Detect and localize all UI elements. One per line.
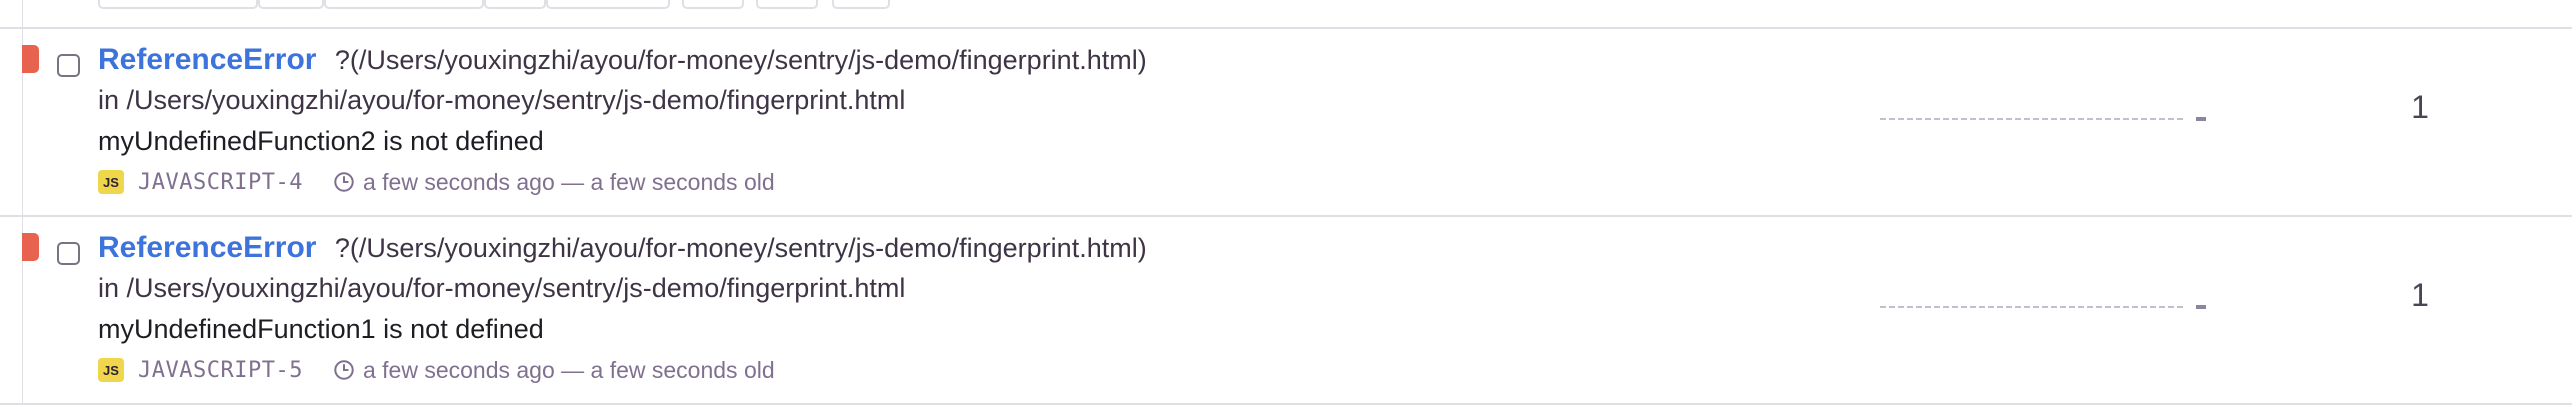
toolbar [0,0,2572,29]
event-count[interactable]: 1 [2400,89,2440,126]
toolbar-control[interactable] [682,0,744,9]
event-count[interactable]: 1 [2400,277,2440,314]
level-indicator-error [22,45,39,73]
issue-culprit: ?(/Users/youxingzhi/ayou/for-money/sentr… [334,233,1147,263]
issue-select-checkbox[interactable] [57,242,80,265]
clock-icon [334,360,354,380]
issue-short-id[interactable]: JAVASCRIPT-5 [138,358,303,383]
issue-location: in /Users/youxingzhi/ayou/for-money/sent… [98,273,906,303]
issue-meta: JS JAVASCRIPT-4 a few seconds ago — a fe… [98,168,775,196]
issue-row[interactable]: ReferenceError ?(/Users/youxingzhi/ayou/… [0,217,2572,405]
clock-icon [334,172,354,192]
toolbar-control[interactable] [484,0,546,9]
issue-short-id[interactable]: JAVASCRIPT-4 [138,170,303,195]
level-indicator-error [22,233,39,261]
toolbar-control[interactable] [832,0,890,9]
issue-select-checkbox[interactable] [57,54,80,77]
issue-location: in /Users/youxingzhi/ayou/for-money/sent… [98,85,906,115]
event-sparkline [1880,117,2206,121]
issue-culprit: ?(/Users/youxingzhi/ayou/for-money/sentr… [334,45,1147,75]
toolbar-control[interactable] [98,0,258,9]
issue-time[interactable]: a few seconds ago — a few seconds old [363,357,775,384]
issue-message: myUndefinedFunction2 is not defined [98,126,544,156]
javascript-platform-icon: JS [98,170,124,194]
issue-time[interactable]: a few seconds ago — a few seconds old [363,169,775,196]
issue-title-link[interactable]: ReferenceError [98,231,316,264]
issue-title-line: ReferenceError ?(/Users/youxingzhi/ayou/… [98,43,1147,77]
issue-message: myUndefinedFunction1 is not defined [98,314,544,344]
issue-title-link[interactable]: ReferenceError [98,43,316,76]
toolbar-control[interactable] [756,0,818,9]
issue-meta: JS JAVASCRIPT-5 a few seconds ago — a fe… [98,356,775,384]
event-sparkline [1880,305,2206,309]
toolbar-control[interactable] [546,0,670,9]
issue-row[interactable]: ReferenceError ?(/Users/youxingzhi/ayou/… [0,29,2572,217]
javascript-platform-icon: JS [98,358,124,382]
issue-title-line: ReferenceError ?(/Users/youxingzhi/ayou/… [98,231,1147,265]
toolbar-control[interactable] [258,0,324,9]
toolbar-control[interactable] [324,0,484,9]
